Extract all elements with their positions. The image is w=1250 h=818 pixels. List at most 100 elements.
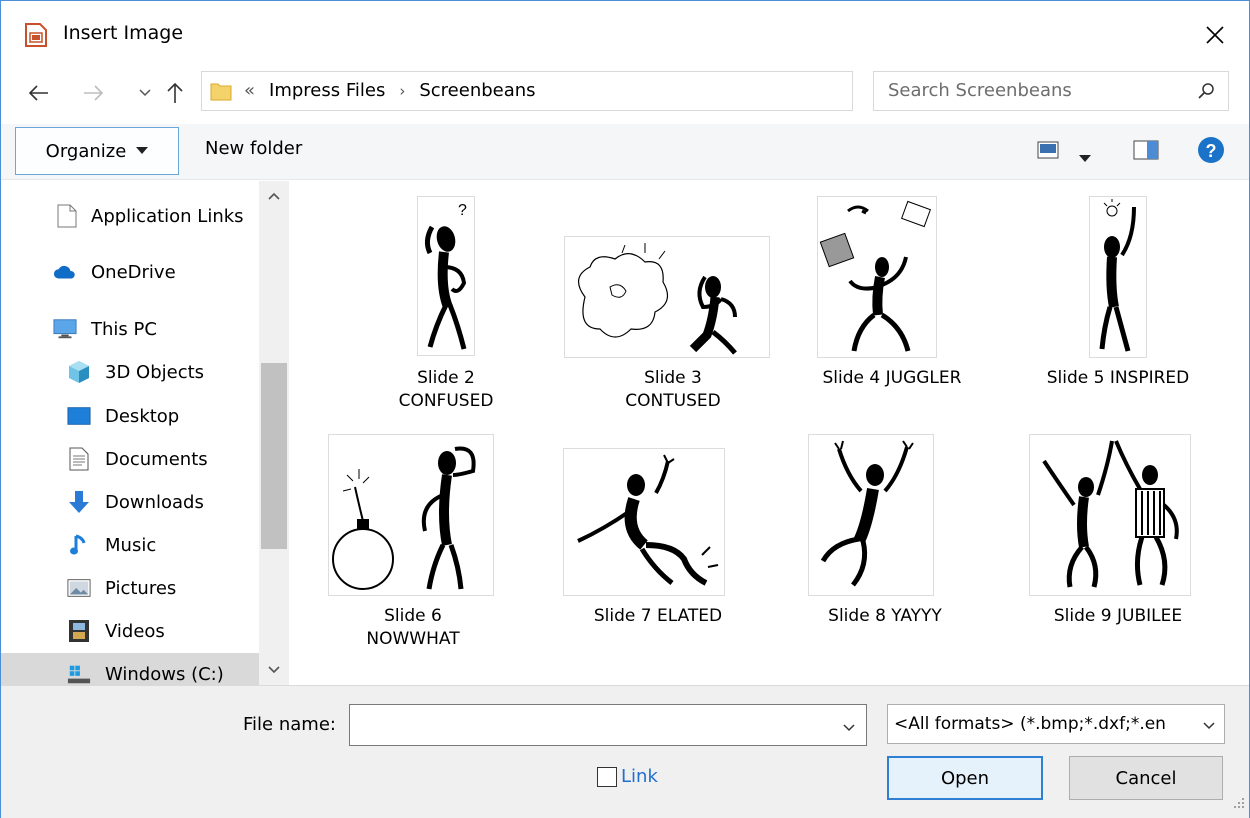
- slide-thumbnail: [1090, 197, 1146, 357]
- slide-thumbnail: [565, 237, 769, 357]
- cancel-button[interactable]: Cancel: [1069, 756, 1223, 800]
- scroll-down-icon[interactable]: [259, 655, 289, 685]
- sidebar-item-windows-c[interactable]: Windows (C:): [1, 653, 259, 685]
- recent-locations-chevron-icon[interactable]: [131, 79, 159, 107]
- file-item-slide-8[interactable]: Slide 8 YAYYY: [775, 433, 995, 663]
- sidebar-item-documents[interactable]: Documents: [1, 438, 259, 480]
- search-box[interactable]: Search Screenbeans: [873, 71, 1229, 111]
- sidebar-item-3d-objects[interactable]: 3D Objects: [1, 351, 259, 393]
- file-name-line1: Slide 3: [644, 368, 702, 388]
- link-checkbox[interactable]: [597, 766, 617, 787]
- download-arrow-icon: [67, 490, 91, 514]
- search-placeholder[interactable]: Search Screenbeans: [888, 80, 1072, 101]
- sidebar-item-desktop[interactable]: Desktop: [1, 395, 259, 437]
- file-item-slide-2[interactable]: ? Slide 2 CONFUSED: [336, 195, 556, 425]
- slide-thumbnail: ?: [418, 197, 474, 355]
- file-item-slide-3[interactable]: Slide 3 CONTUSED: [563, 195, 783, 425]
- title-bar: Insert Image: [1, 1, 1249, 65]
- forward-arrow-icon[interactable]: [79, 79, 107, 107]
- link-label[interactable]: Link: [621, 766, 658, 787]
- svg-text:?: ?: [1206, 141, 1217, 161]
- sidebar-item-application-links[interactable]: Application Links: [1, 195, 259, 237]
- caret-down-icon: [136, 147, 149, 154]
- drive-icon: [67, 662, 91, 685]
- search-icon[interactable]: [1198, 82, 1216, 105]
- file-name-line2: CONTUSED: [625, 391, 721, 411]
- sidebar-item-label: Music: [105, 534, 157, 556]
- sidebar-item-label: This PC: [91, 318, 157, 340]
- sidebar-item-onedrive[interactable]: OneDrive: [1, 251, 259, 293]
- file-type-select[interactable]: <All formats> (*.bmp;*.dxf;*.en: [887, 704, 1225, 744]
- scrollbar-thumb[interactable]: [261, 363, 287, 549]
- documents-icon: [67, 447, 91, 471]
- impress-app-icon: [25, 23, 47, 47]
- cube-icon: [67, 360, 91, 384]
- svg-text:?: ?: [458, 202, 467, 219]
- file-name-label: File name:: [243, 714, 336, 735]
- file-name-line1: Slide 6: [384, 606, 442, 626]
- sidebar-item-label: Videos: [105, 620, 165, 642]
- file-name-line2: NOWWHAT: [366, 629, 460, 649]
- sidebar-item-music[interactable]: Music: [1, 524, 259, 566]
- sidebar-item-label: Downloads: [105, 491, 204, 513]
- preview-pane-icon[interactable]: [1133, 140, 1159, 165]
- navigation-pane: Application Links OneDrive This PC 3D Ob…: [1, 181, 289, 685]
- sidebar-item-pictures[interactable]: Pictures: [1, 567, 259, 609]
- cloud-icon: [53, 260, 77, 284]
- navigation-bar: « Impress Files › Screenbeans Search Scr…: [1, 71, 1249, 115]
- file-name-line1: Slide 7 ELATED: [593, 606, 723, 626]
- document-icon: [55, 204, 79, 228]
- link-option[interactable]: Link: [597, 766, 658, 787]
- slide-thumbnail: [329, 435, 493, 595]
- view-mode-icon[interactable]: [1037, 141, 1059, 164]
- film-icon: [67, 619, 91, 643]
- breadcrumb-overflow[interactable]: «: [244, 80, 255, 101]
- sidebar-item-label: Documents: [105, 448, 208, 470]
- music-note-icon: [67, 533, 91, 557]
- sidebar-item-downloads[interactable]: Downloads: [1, 481, 259, 523]
- file-name-line1: Slide 5 INSPIRED: [1046, 368, 1190, 388]
- file-item-slide-7[interactable]: Slide 7 ELATED: [548, 433, 768, 663]
- desktop-icon: [67, 404, 91, 428]
- breadcrumb-impress-files[interactable]: Impress Files: [269, 80, 385, 101]
- scroll-up-icon[interactable]: [259, 181, 289, 211]
- sidebar-item-label: Pictures: [105, 577, 177, 599]
- organize-label: Organize: [45, 140, 127, 162]
- insert-image-dialog: Insert Image « Impress Files › Screenbea…: [0, 0, 1250, 818]
- resize-grip-icon[interactable]: [1233, 793, 1245, 814]
- breadcrumb-separator-icon: ›: [399, 81, 406, 100]
- open-button[interactable]: Open: [887, 756, 1043, 800]
- file-name-dropdown-chevron-icon[interactable]: [842, 717, 856, 738]
- file-type-chevron-icon[interactable]: [1202, 716, 1216, 736]
- computer-icon: [53, 317, 77, 341]
- file-item-slide-4[interactable]: Slide 4 JUGGLER: [782, 195, 1002, 425]
- help-icon[interactable]: ?: [1197, 136, 1225, 169]
- file-list: ? Slide 2 CONFUSED Slide 3 CONTUSED Slid…: [291, 181, 1249, 685]
- sidebar-item-label: Desktop: [105, 405, 180, 427]
- file-type-selected: <All formats> (*.bmp;*.dxf;*.en: [894, 714, 1166, 734]
- sidebar-item-videos[interactable]: Videos: [1, 610, 259, 652]
- command-toolbar: Organize New folder ?: [1, 124, 1249, 180]
- dialog-title: Insert Image: [63, 22, 184, 44]
- file-name-line2: CONFUSED: [398, 391, 494, 411]
- back-arrow-icon[interactable]: [25, 79, 53, 107]
- folder-icon: [210, 81, 232, 101]
- new-folder-button[interactable]: New folder: [205, 138, 302, 159]
- address-bar[interactable]: « Impress Files › Screenbeans: [201, 71, 1039, 111]
- breadcrumb-screenbeans[interactable]: Screenbeans: [419, 80, 535, 101]
- file-item-slide-5[interactable]: Slide 5 INSPIRED: [1008, 195, 1228, 425]
- file-item-slide-6[interactable]: Slide 6 NOWWHAT: [303, 433, 523, 663]
- organize-button[interactable]: Organize: [15, 127, 179, 175]
- slide-thumbnail: [818, 197, 936, 357]
- close-icon[interactable]: [1195, 15, 1235, 55]
- slide-thumbnail: [809, 435, 933, 595]
- up-arrow-icon[interactable]: [161, 79, 189, 107]
- file-name-input[interactable]: [349, 704, 867, 746]
- file-item-slide-9[interactable]: Slide 9 JUBILEE: [1008, 433, 1228, 663]
- sidebar-scrollbar[interactable]: [259, 181, 289, 685]
- sidebar-item-this-pc[interactable]: This PC: [1, 308, 259, 350]
- file-name-line1: Slide 8 YAYYY: [828, 606, 942, 626]
- pictures-icon: [67, 576, 91, 600]
- sidebar-item-label: Application Links: [91, 205, 244, 227]
- view-options-caret-icon[interactable]: [1079, 147, 1091, 168]
